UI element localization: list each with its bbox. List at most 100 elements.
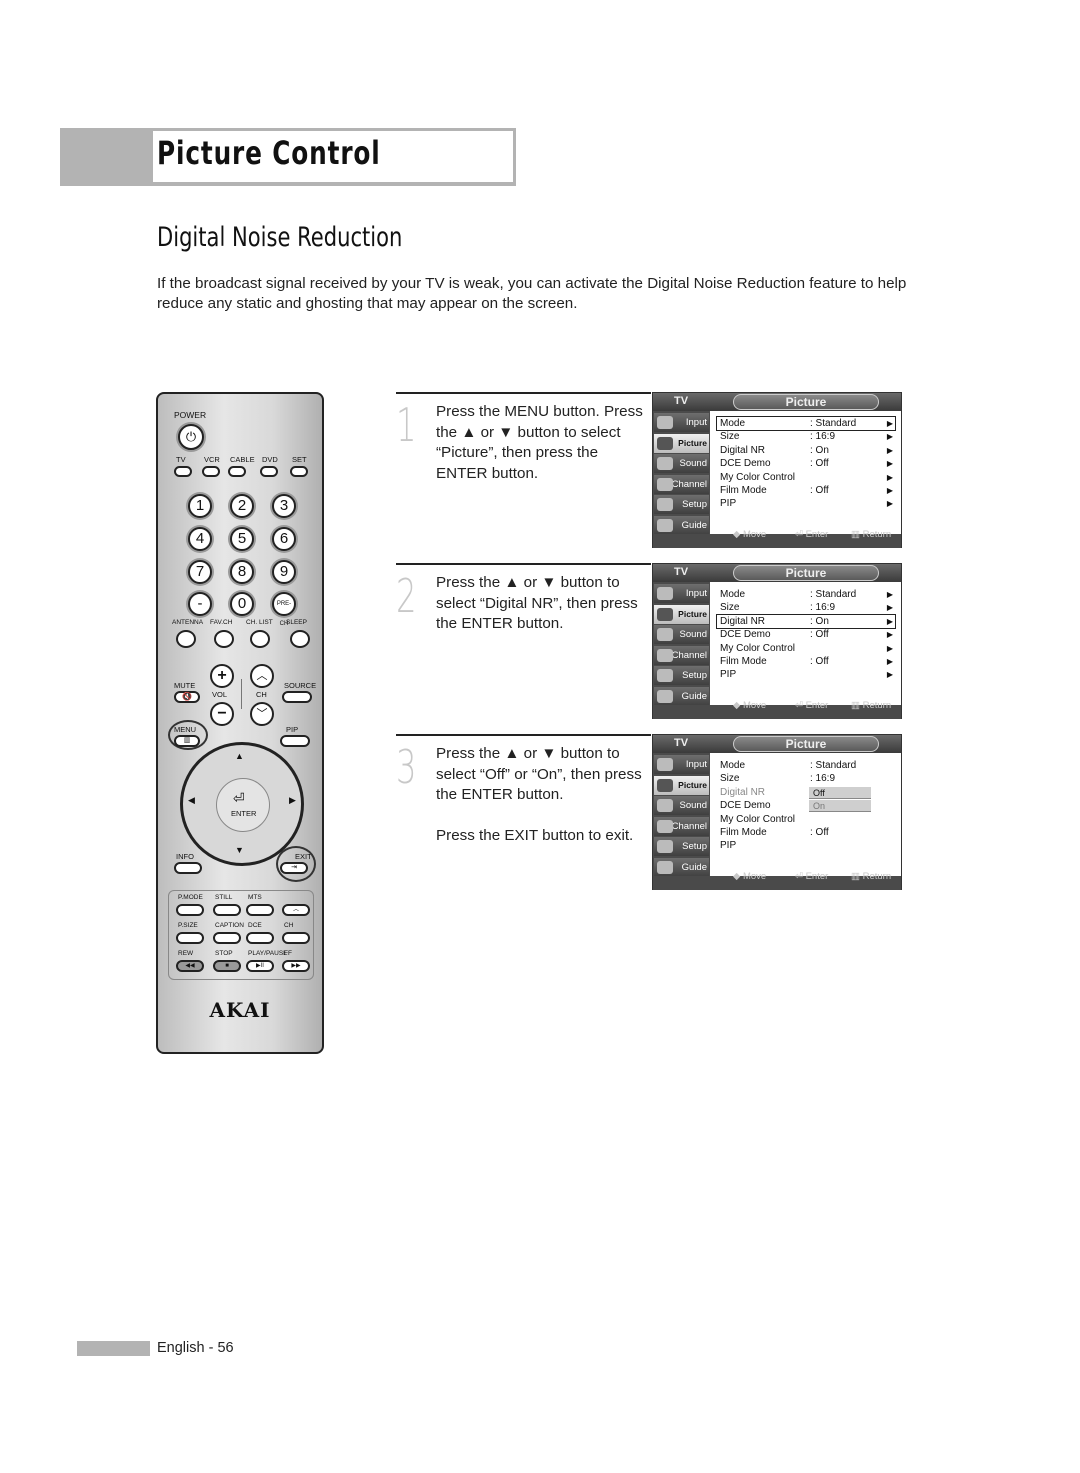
- osd-menu-row[interactable]: My Color Control ▶: [717, 471, 895, 484]
- osd-menu-row[interactable]: Film Mode: Off: [717, 826, 895, 839]
- source-cable-button[interactable]: [228, 466, 246, 477]
- info-label: INFO: [176, 852, 194, 861]
- osd-sidebar-item-channel[interactable]: Channel: [654, 474, 709, 494]
- pip-button[interactable]: [280, 735, 310, 747]
- osd-menu-row[interactable]: Mode: Standard: [717, 759, 895, 772]
- osd-sidebar-item-picture[interactable]: Picture: [654, 604, 709, 624]
- number-key-4[interactable]: 4: [188, 527, 212, 551]
- source-tv-button[interactable]: [174, 466, 192, 477]
- osd-menu-row[interactable]: Mode: Standard ▶: [716, 415, 896, 432]
- osd-menu-row[interactable]: DCE Demo: Off ▶: [717, 457, 895, 470]
- exit-button[interactable]: ⇥: [280, 862, 308, 874]
- osd-sidebar-label: Guide: [681, 520, 707, 531]
- osd-menu-row[interactable]: Digital NR: On ▶: [717, 444, 895, 457]
- source-tv-label: TV: [176, 455, 186, 464]
- osd-sidebar-item-guide[interactable]: Guide: [654, 687, 709, 706]
- rew-button[interactable]: ◀◀: [176, 960, 204, 972]
- pmode-button[interactable]: [176, 904, 204, 916]
- osd-dropdown-option-on[interactable]: On: [809, 800, 871, 813]
- osd-sidebar-item-channel[interactable]: Channel: [654, 816, 709, 836]
- number-key--[interactable]: -: [188, 592, 212, 616]
- osd-sidebar-item-setup[interactable]: Setup: [654, 666, 709, 686]
- osd-sidebar-item-sound[interactable]: Sound: [654, 454, 709, 474]
- osd-sidebar-item-input[interactable]: Input: [654, 755, 709, 774]
- osd-sidebar-item-input[interactable]: Input: [654, 413, 709, 432]
- chlist-button[interactable]: [250, 630, 270, 648]
- osd-row-value: : On: [810, 615, 829, 627]
- osd-sidebar-item-setup[interactable]: Setup: [654, 837, 709, 857]
- ch-button[interactable]: [282, 932, 310, 944]
- osd-menu-row[interactable]: Size: 16:9 ▶: [717, 430, 895, 443]
- mts-button[interactable]: [246, 904, 274, 916]
- number-key-8[interactable]: 8: [230, 560, 254, 584]
- channel-up-small-button[interactable]: ︿: [282, 904, 310, 916]
- osd-dropdown-option-off[interactable]: Off: [809, 786, 871, 799]
- osd-sidebar-item-picture[interactable]: Picture: [654, 775, 709, 795]
- still-button[interactable]: [213, 904, 241, 916]
- osd-menu-row[interactable]: PIP: [717, 839, 895, 852]
- number-key-9[interactable]: 9: [272, 560, 296, 584]
- volume-up-button[interactable]: +: [210, 664, 234, 688]
- info-button[interactable]: [174, 862, 202, 874]
- menu-button[interactable]: ▥: [174, 735, 200, 747]
- volume-down-button[interactable]: −: [210, 702, 234, 726]
- number-key-pre-ch[interactable]: PRE-CH: [272, 592, 296, 627]
- osd-sidebar-item-input[interactable]: Input: [654, 584, 709, 603]
- source-dvd-button[interactable]: [260, 466, 278, 477]
- osd-row-label: Size: [720, 773, 740, 785]
- number-key-6[interactable]: 6: [272, 527, 296, 551]
- osd-sidebar-item-channel[interactable]: Channel: [654, 645, 709, 665]
- sleep-button[interactable]: [290, 630, 310, 648]
- power-button[interactable]: ⏻: [178, 424, 204, 450]
- osd-sidebar-item-setup[interactable]: Setup: [654, 495, 709, 515]
- osd-menu-row[interactable]: Film Mode: Off ▶: [717, 655, 895, 668]
- source-button[interactable]: [282, 691, 312, 703]
- channel-down-button[interactable]: ﹀: [250, 702, 274, 726]
- stop-button[interactable]: ■: [213, 960, 241, 972]
- rew-icon: ◀◀: [185, 963, 195, 969]
- number-key-0[interactable]: 0: [230, 592, 254, 616]
- osd-menu-row[interactable]: Mode: Standard ▶: [717, 588, 895, 601]
- osd-sidebar-item-guide[interactable]: Guide: [654, 516, 709, 535]
- osd-row-value: : 16:9: [810, 773, 836, 785]
- playpause-button[interactable]: ▶II: [246, 960, 274, 972]
- up-arrow-button[interactable]: ▲: [235, 751, 244, 761]
- osd-menu-row[interactable]: PIP ▶: [717, 668, 895, 681]
- left-arrow-button[interactable]: ◀: [188, 795, 195, 806]
- mute-button[interactable]: 🔇: [174, 691, 200, 703]
- osd-title: Picture: [733, 394, 879, 410]
- osd-sidebar-item-guide[interactable]: Guide: [654, 858, 709, 877]
- osd-sidebar-item-sound[interactable]: Sound: [654, 625, 709, 645]
- number-key-3[interactable]: 3: [272, 494, 296, 518]
- osd-sidebar: Input Picture Sound Channel Setup Guide: [653, 753, 710, 877]
- enter-button[interactable]: ⏎ ENTER: [216, 778, 270, 832]
- right-arrow-button[interactable]: ▶: [289, 795, 296, 806]
- osd-menu-row[interactable]: Size : 16:9: [717, 772, 895, 785]
- number-key-7[interactable]: 7: [188, 560, 212, 584]
- source-set-button[interactable]: [290, 466, 308, 477]
- number-key-2[interactable]: 2: [230, 494, 254, 518]
- caption-button[interactable]: [213, 932, 241, 944]
- osd-menu-row[interactable]: Digital NR: On ▶: [716, 613, 896, 630]
- favch-button[interactable]: [214, 630, 234, 648]
- number-key-5[interactable]: 5: [230, 527, 254, 551]
- osd-menu-row[interactable]: Film Mode: Off ▶: [717, 484, 895, 497]
- dce-button[interactable]: [246, 932, 274, 944]
- osd-menu-row[interactable]: Size: 16:9 ▶: [717, 601, 895, 614]
- step-text: Press the ▲ or ▼ button to select “Digit…: [436, 573, 651, 635]
- osd-menu-row[interactable]: My Color Control: [717, 813, 895, 826]
- ff-button[interactable]: ▶▶: [282, 960, 310, 972]
- osd-menu-list: Mode: Standard ▶ Size: 16:9 ▶ Digital NR: On…: [716, 415, 896, 511]
- osd-row-label: Film Mode: [720, 826, 767, 838]
- osd-sidebar-item-picture[interactable]: Picture: [654, 433, 709, 453]
- source-vcr-button[interactable]: [202, 466, 220, 477]
- osd-menu-row[interactable]: My Color Control ▶: [717, 642, 895, 655]
- psize-button[interactable]: [176, 932, 204, 944]
- osd-menu-row[interactable]: DCE Demo: Off ▶: [717, 628, 895, 641]
- osd-menu-row[interactable]: PIP ▶: [717, 497, 895, 510]
- channel-up-button[interactable]: ︿: [250, 664, 274, 688]
- number-key-1[interactable]: 1: [188, 494, 212, 518]
- osd-sidebar-item-sound[interactable]: Sound: [654, 796, 709, 816]
- down-arrow-button[interactable]: ▼: [235, 845, 244, 855]
- antenna-button[interactable]: [176, 630, 196, 648]
